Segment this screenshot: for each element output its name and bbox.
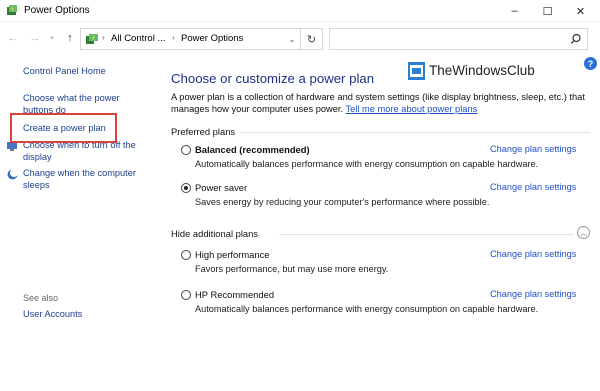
breadcrumb-all-control-panel[interactable]: All Control ... (111, 33, 165, 44)
change-plan-settings-high-performance[interactable]: Change plan settings (490, 249, 576, 259)
recent-locations-icon[interactable]: ▾ (44, 30, 60, 46)
window-title: Power Options (24, 5, 90, 16)
preferred-plans-divider (240, 132, 590, 133)
maximize-button[interactable]: ☐ (531, 0, 564, 22)
user-accounts-link[interactable]: User Accounts (23, 309, 82, 319)
search-input[interactable] (329, 28, 588, 50)
forward-arrow-icon[interactable]: → (27, 30, 43, 46)
page-description: A power plan is a collection of hardware… (171, 91, 591, 115)
brand-text: TheWindowsClub (429, 63, 535, 78)
collapse-chevron-icon[interactable]: ︿ (577, 226, 590, 239)
navigation-bar: ← → ▾ ↑ › All Control ... › Power Option… (0, 24, 600, 54)
refresh-icon[interactable]: ↻ (300, 29, 322, 49)
address-dropdown-icon[interactable]: ⌄ (285, 31, 299, 47)
plan-high-performance-description: Favors performance, but may use more ene… (195, 264, 389, 274)
breadcrumb-power-options[interactable]: Power Options (181, 33, 243, 44)
control-panel-home-link[interactable]: Control Panel Home (23, 66, 106, 78)
sidebar-item-computer-sleeps[interactable]: Change when the computer sleeps (23, 168, 145, 191)
change-plan-settings-hp-recommended[interactable]: Change plan settings (490, 289, 576, 299)
title-bar: Power Options – ☐ ✕ (0, 0, 600, 22)
help-icon[interactable]: ? (584, 57, 597, 70)
see-also-label: See also (23, 293, 59, 303)
plan-power-saver-name[interactable]: Power saver (195, 182, 247, 193)
page-title: Choose or customize a power plan (171, 71, 375, 86)
radio-balanced[interactable] (181, 145, 191, 155)
breadcrumb-separator[interactable]: › (172, 33, 175, 42)
plan-high-performance-name[interactable]: High performance (195, 249, 270, 260)
radio-power-saver[interactable] (181, 183, 191, 193)
power-options-icon (7, 5, 17, 15)
plan-hp-recommended-name[interactable]: HP Recommended (195, 289, 274, 300)
radio-high-performance[interactable] (181, 250, 191, 260)
change-plan-settings-balanced[interactable]: Change plan settings (490, 144, 576, 154)
minimize-button[interactable]: – (498, 0, 531, 22)
sleep-settings-icon (7, 169, 18, 180)
tell-me-more-link[interactable]: Tell me more about power plans (346, 104, 478, 114)
additional-plans-divider (279, 234, 574, 235)
control-panel-icon (86, 34, 98, 44)
hide-additional-plans-label: Hide additional plans (171, 228, 259, 239)
brand-logo-icon (408, 62, 425, 80)
breadcrumb-separator[interactable]: › (102, 33, 105, 42)
plan-power-saver-description: Saves energy by reducing your computer's… (195, 197, 490, 207)
address-bar[interactable]: › All Control ... › Power Options ⌄ ↻ (80, 28, 323, 50)
plan-balanced-description: Automatically balances performance with … (195, 159, 539, 169)
brand-watermark: TheWindowsClub (408, 62, 553, 82)
change-plan-settings-power-saver[interactable]: Change plan settings (490, 182, 576, 192)
plan-hp-recommended-description: Automatically balances performance with … (195, 304, 539, 314)
search-icon[interactable] (570, 33, 582, 45)
highlight-annotation-box (10, 113, 117, 143)
radio-hp-recommended[interactable] (181, 290, 191, 300)
sidebar-item-turn-off-display[interactable]: Choose when to turn off the display (23, 140, 143, 163)
back-arrow-icon[interactable]: ← (5, 30, 21, 46)
plan-balanced-name[interactable]: Balanced (recommended) (195, 144, 310, 155)
preferred-plans-label: Preferred plans (171, 126, 236, 137)
close-button[interactable]: ✕ (564, 0, 597, 22)
up-arrow-icon[interactable]: ↑ (62, 30, 78, 46)
